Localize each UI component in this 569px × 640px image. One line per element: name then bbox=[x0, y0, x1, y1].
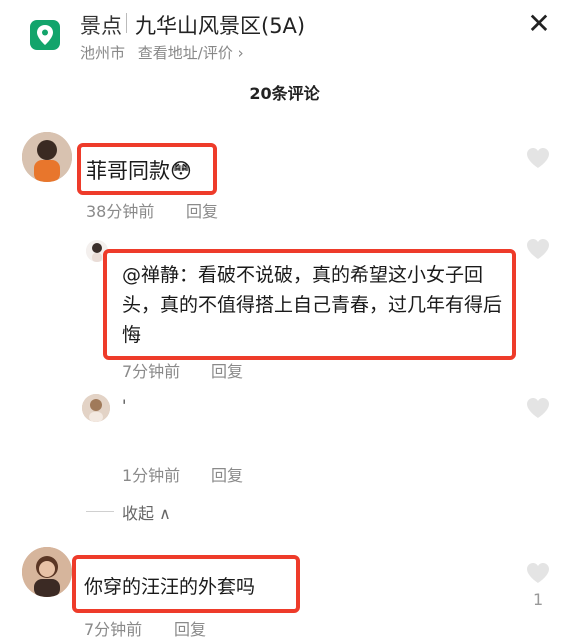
location-pin-icon bbox=[30, 20, 60, 50]
close-icon[interactable]: ✕ bbox=[524, 10, 554, 40]
divider bbox=[126, 13, 127, 33]
comment-text: 菲哥同款😳 bbox=[86, 159, 192, 183]
comment-time: 1分钟前 bbox=[122, 466, 181, 485]
comment-text: 你穿的汪汪的外套吗 bbox=[84, 576, 256, 598]
comment-count: 20条评论 bbox=[249, 84, 320, 103]
avatar[interactable] bbox=[22, 547, 72, 597]
poi-subtitle[interactable]: 池州市 查看地址/评价 › bbox=[80, 42, 244, 63]
comment-time: 38分钟前 bbox=[86, 202, 155, 221]
reply-button[interactable]: 回复 bbox=[186, 198, 218, 222]
heart-icon[interactable] bbox=[525, 396, 551, 420]
collapse-button[interactable]: 收起 ∧ bbox=[122, 500, 171, 524]
comment-time: 7分钟前 bbox=[84, 620, 143, 639]
heart-icon[interactable] bbox=[525, 146, 551, 170]
avatar[interactable] bbox=[82, 394, 110, 422]
poi-name[interactable]: 九华山风景区(5A) bbox=[135, 10, 305, 40]
poi-header[interactable]: 景点 九华山风景区(5A) 池州市 查看地址/评价 › ✕ bbox=[0, 0, 569, 72]
city-label: 池州市 bbox=[80, 44, 126, 62]
reply-button[interactable]: 回复 bbox=[174, 616, 206, 640]
flushed-emoji-icon: 😳 bbox=[170, 159, 192, 183]
heart-icon[interactable] bbox=[525, 237, 551, 261]
divider bbox=[86, 511, 114, 512]
view-address-link[interactable]: 查看地址/评价 › bbox=[138, 44, 244, 62]
reply-button[interactable]: 回复 bbox=[211, 358, 243, 382]
avatar[interactable] bbox=[22, 132, 72, 182]
poi-type: 景点 bbox=[80, 14, 122, 38]
comment-text: @禅静：看破不说破，真的希望这小女子回头，真的不值得搭上自己青春，过几年有得后悔 bbox=[122, 264, 503, 346]
heart-icon[interactable] bbox=[525, 561, 551, 585]
comment-text: ' bbox=[122, 396, 127, 415]
like-count: 1 bbox=[533, 590, 544, 609]
comment-time: 7分钟前 bbox=[122, 362, 181, 381]
reply-button[interactable]: 回复 bbox=[211, 462, 243, 486]
